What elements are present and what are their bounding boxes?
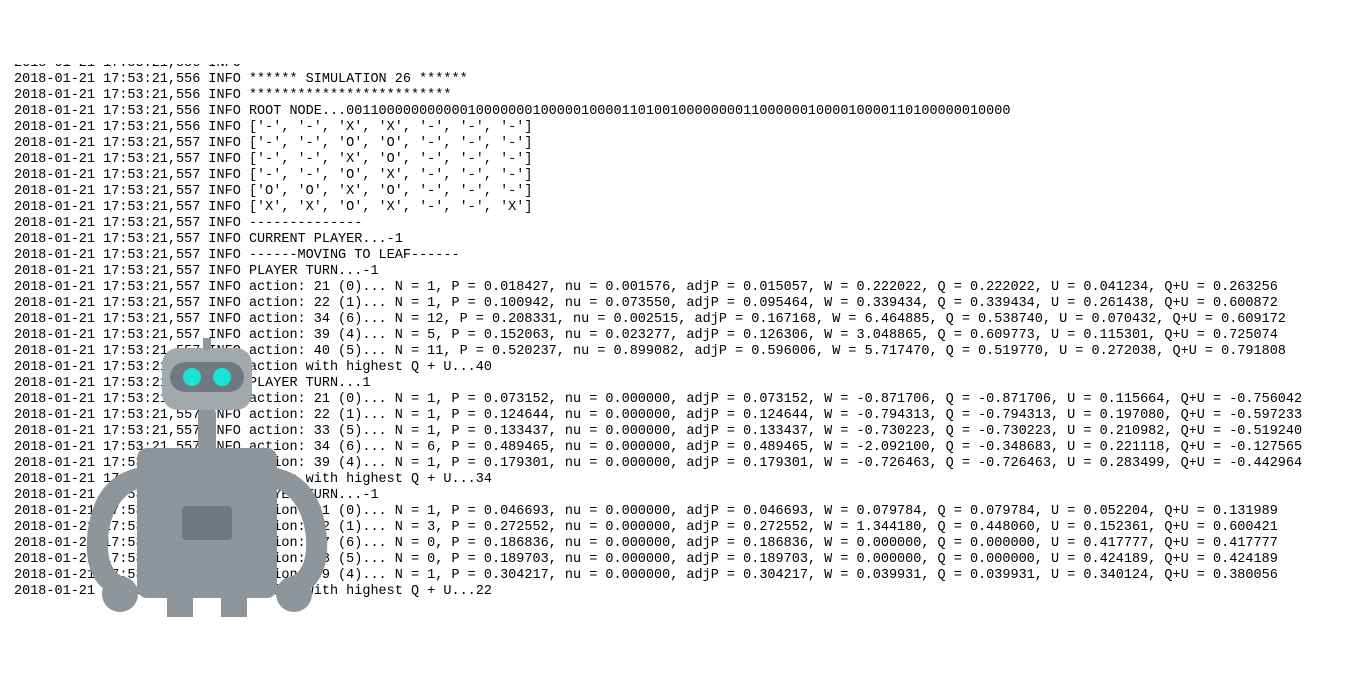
- log-viewport: 2018-01-21 17:53:21,556 INFO ***********…: [0, 64, 1358, 617]
- robot-illustration: [40, 322, 310, 617]
